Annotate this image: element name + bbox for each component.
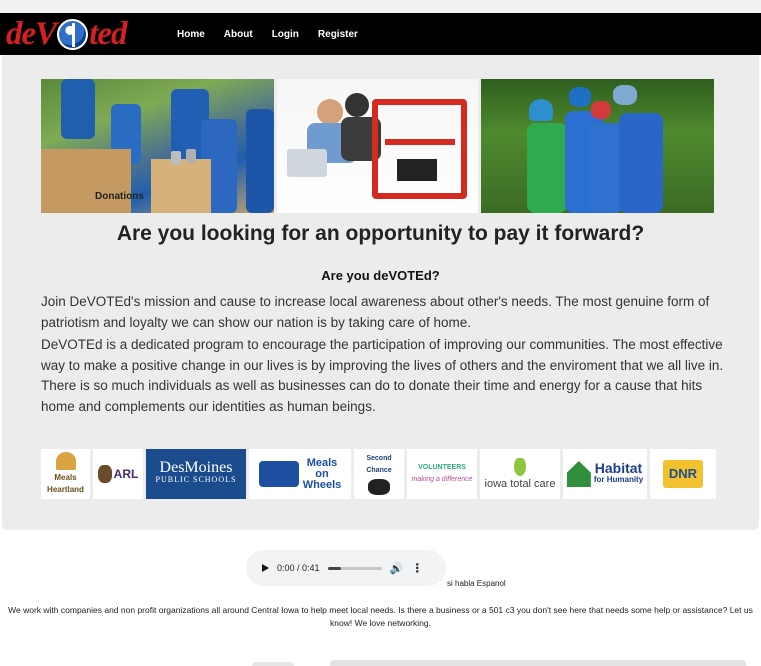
partner-logo-text: Second bbox=[366, 455, 392, 462]
partner-logo-text: Heartland bbox=[47, 485, 84, 494]
dog-icon bbox=[97, 465, 112, 483]
mission-paragraph: Join DeVOTEd's mission and cause to incr… bbox=[41, 294, 710, 330]
partner-logo-meals-on-wheels[interactable]: Meals on Wheels bbox=[249, 449, 351, 499]
networking-text: We work with companies and non profit or… bbox=[8, 605, 753, 628]
nav-home-link[interactable]: Home bbox=[177, 29, 205, 40]
top-strip bbox=[0, 0, 761, 13]
page-headline: Are you looking for an opportunity to pa… bbox=[116, 222, 645, 245]
animal-icon bbox=[368, 479, 390, 495]
audio-time: 0:00 / 0:41 bbox=[277, 563, 320, 573]
bottom-button[interactable] bbox=[252, 662, 294, 666]
partner-logo-text: for Humanity bbox=[593, 475, 644, 484]
bottom-input-field[interactable] bbox=[330, 660, 746, 666]
partner-logo-text: PUBLIC SCHOOLS bbox=[155, 475, 237, 484]
spanish-note: si habla Espanol bbox=[447, 579, 506, 588]
audio-progress-bar[interactable] bbox=[327, 566, 382, 570]
partner-logo-text: on bbox=[315, 467, 329, 480]
house-icon bbox=[566, 461, 591, 487]
photo-hikers bbox=[481, 79, 714, 213]
partner-logo-text: Meals bbox=[54, 473, 77, 482]
sub-headline: Are you deVOTEd? bbox=[321, 268, 440, 283]
more-options-icon[interactable]: ⋮ bbox=[411, 561, 423, 575]
partner-logo-text: DesMoines bbox=[159, 459, 233, 476]
wheat-icon bbox=[55, 452, 76, 470]
partner-logo-text: iowa total care bbox=[484, 478, 556, 490]
brand-logo-left: deV bbox=[6, 15, 57, 52]
leaf-icon bbox=[514, 458, 526, 476]
photo-volunteers-donations: Donations bbox=[41, 79, 274, 213]
partner-logo-iowa-total-care[interactable]: iowa total care bbox=[480, 449, 560, 499]
program-paragraph: DeVOTEd is a dedicated program to encour… bbox=[41, 337, 724, 414]
nav-links: Home About Login Register bbox=[177, 13, 377, 55]
partner-logo-text: Chance bbox=[366, 467, 392, 474]
nav-login-link[interactable]: Login bbox=[272, 29, 299, 40]
photo-3d-printer bbox=[277, 79, 478, 213]
partner-logo-text: making a difference bbox=[411, 476, 473, 483]
partner-logo-volunteers[interactable]: VOLUNTEERS making a difference bbox=[407, 449, 477, 499]
audio-player[interactable]: 0:00 / 0:41 🔊 ⋮ bbox=[246, 550, 446, 586]
partner-logo-text: DNR bbox=[663, 460, 703, 488]
play-icon[interactable] bbox=[262, 564, 269, 572]
navbar: deV ted Home About Login Register bbox=[0, 13, 761, 55]
partner-logo-text: VOLUNTEERS bbox=[418, 464, 466, 471]
truck-icon bbox=[258, 461, 299, 487]
partner-logo-dmps[interactable]: DesMoines PUBLIC SCHOOLS bbox=[146, 449, 246, 499]
volume-icon[interactable]: 🔊 bbox=[390, 562, 404, 575]
hero-photos: Donations bbox=[41, 79, 714, 213]
partner-logo-meals-heartland[interactable]: Meals Heartland bbox=[41, 449, 90, 499]
partner-logo-text: Meals bbox=[306, 456, 338, 469]
partner-logo-arl[interactable]: ARL bbox=[93, 449, 143, 499]
partner-logo-dnr[interactable]: DNR bbox=[650, 449, 716, 499]
partner-logo-text: ARL bbox=[113, 467, 139, 481]
brand-logo-right: ted bbox=[89, 15, 127, 52]
globe-icon bbox=[57, 18, 89, 50]
partner-logos: Meals Heartland ARL DesMoines PUBLIC SCH… bbox=[41, 449, 716, 499]
nav-register-link[interactable]: Register bbox=[318, 29, 358, 40]
partner-logo-habitat[interactable]: Habitat for Humanity bbox=[563, 449, 647, 499]
partner-logo-second-chance[interactable]: Second Chance bbox=[354, 449, 404, 499]
donations-box-label: Donations bbox=[95, 191, 144, 202]
nav-about-link[interactable]: About bbox=[224, 29, 253, 40]
brand-logo[interactable]: deV ted bbox=[6, 15, 128, 52]
partner-logo-text: Habitat bbox=[594, 460, 643, 476]
partner-logo-text: Wheels bbox=[302, 478, 342, 491]
